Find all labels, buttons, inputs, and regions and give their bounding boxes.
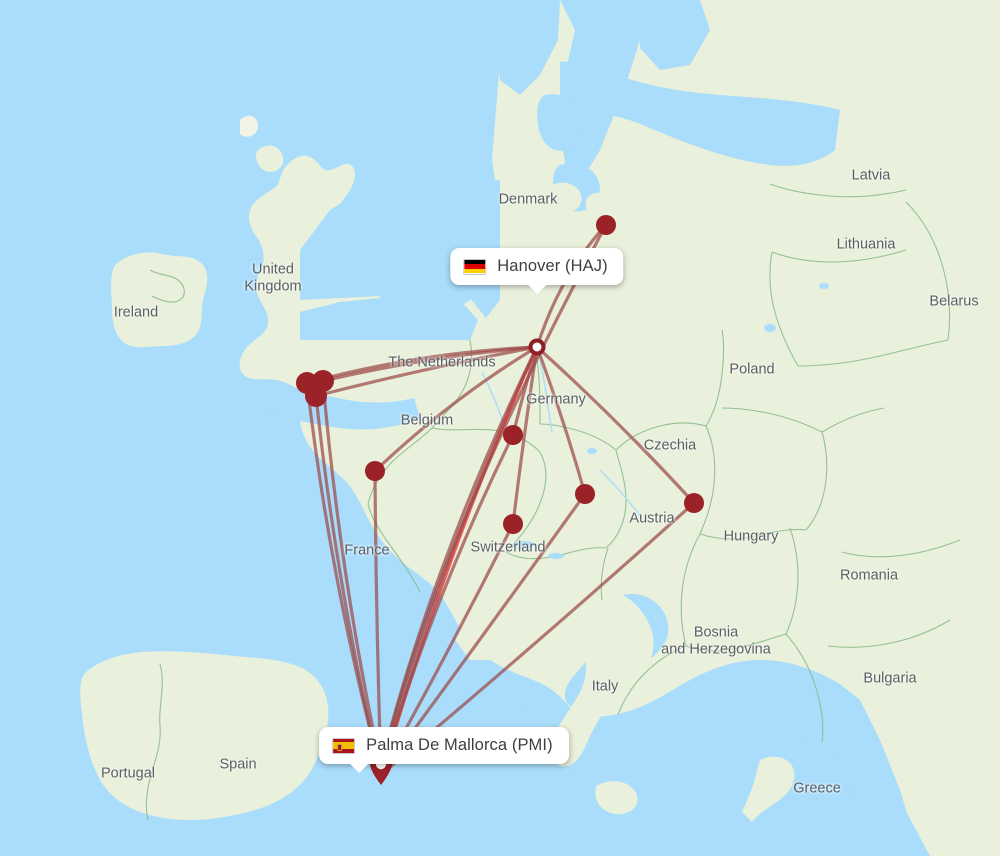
airport-node-vie[interactable] [684,493,704,513]
airport-callout-label: Palma De Mallorca (PMI) [366,736,553,754]
airport-node-muc[interactable] [575,484,595,504]
airport-node-cdg[interactable] [365,461,385,481]
airport-node-haj-hub[interactable] [528,338,546,356]
spain-flag-icon [332,737,356,754]
airport-node-zrh[interactable] [503,514,523,534]
airport-callout-label: Hanover (HAJ) [497,257,608,275]
airport-node-lcy[interactable] [305,385,327,407]
airport-callout-pmi[interactable]: Palma De Mallorca (PMI) [319,727,569,773]
airport-node-fra[interactable] [503,425,523,445]
routes-to-pmi [305,223,696,774]
airport-callout-haj[interactable]: Hanover (HAJ) [450,248,624,294]
airport-node-cph[interactable] [596,215,616,235]
germany-flag-icon [463,258,487,275]
flight-route-map[interactable]: .land { fill:#E9F0DB; stroke:none; } .la… [0,0,1000,856]
